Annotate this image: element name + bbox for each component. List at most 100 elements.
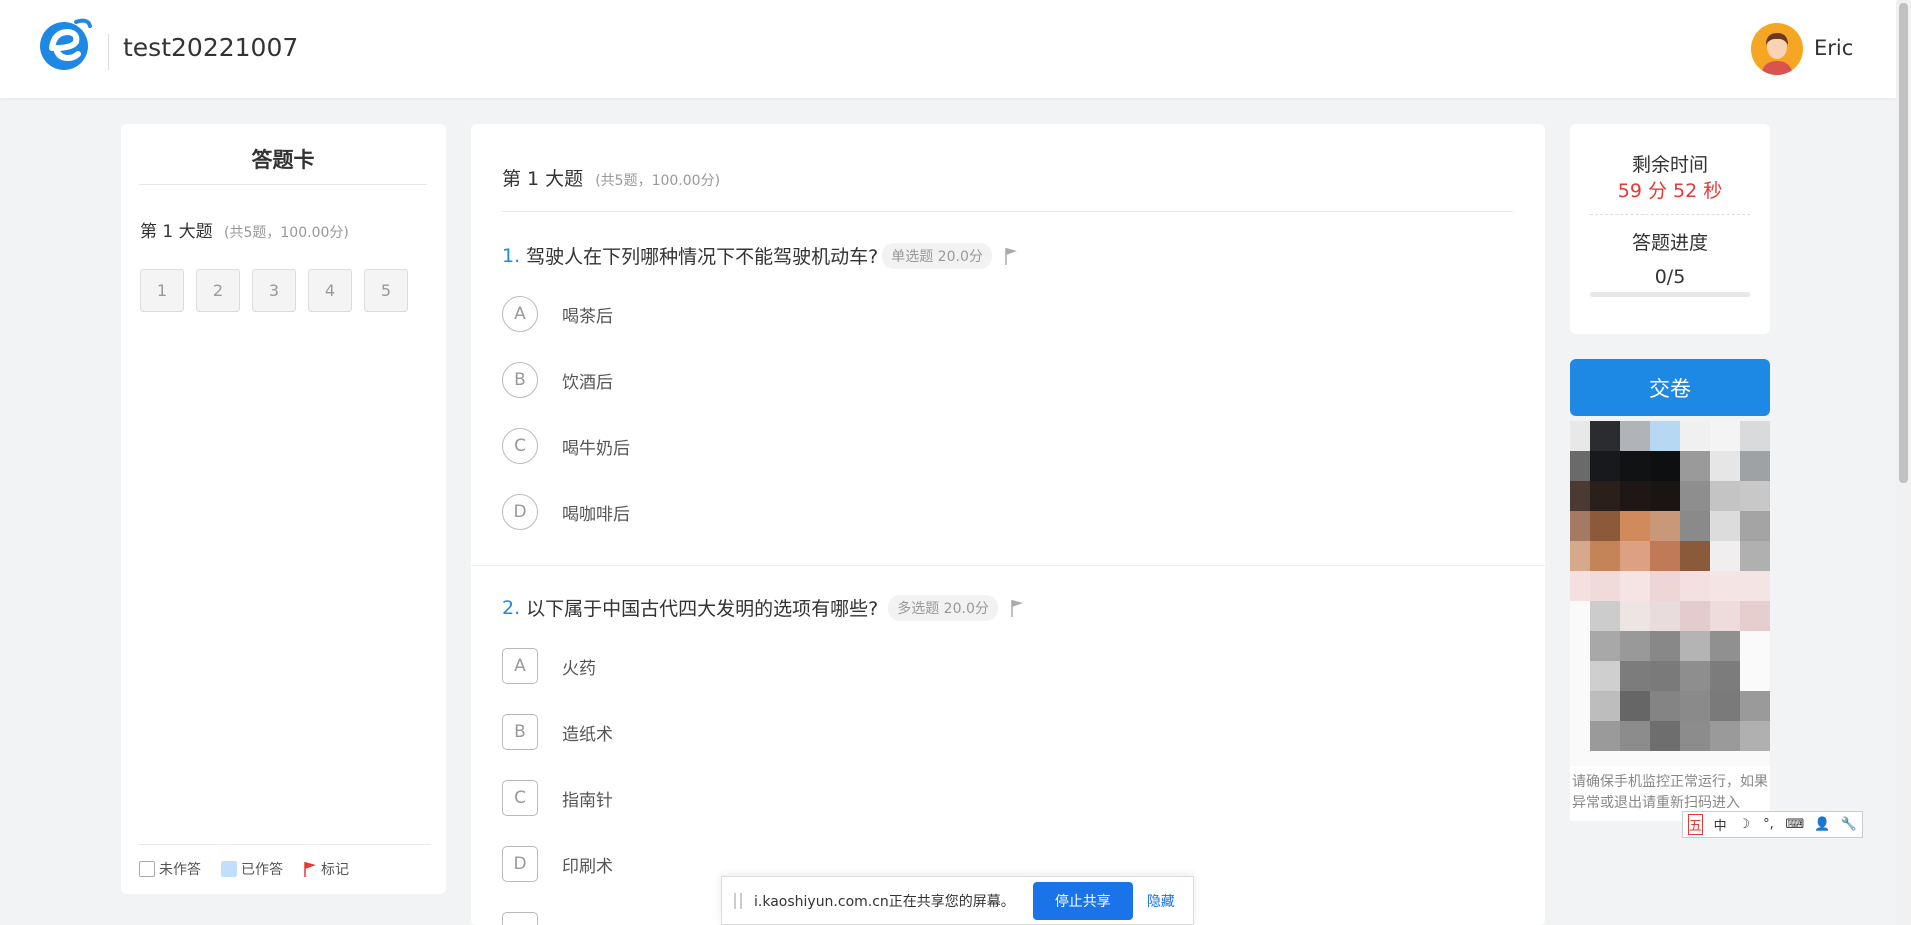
question-text: 驾驶人在下列哪种情况下不能驾驶机动车?	[526, 246, 879, 268]
mosaic-cell	[1590, 541, 1620, 571]
flag-icon[interactable]	[1010, 599, 1024, 617]
mosaic-cell	[1590, 691, 1620, 721]
stop-sharing-button[interactable]: 停止共享	[1032, 881, 1133, 920]
mosaic-cell	[1590, 601, 1620, 631]
option-letter[interactable]: C	[502, 428, 538, 464]
mosaic-cell	[1710, 421, 1740, 451]
legend-unanswered: 未作答	[139, 859, 201, 879]
option-a[interactable]: A 火药	[502, 648, 596, 684]
drag-handle-icon[interactable]	[734, 892, 742, 909]
mosaic-cell	[1740, 511, 1770, 541]
user-avatar[interactable]	[1751, 23, 1803, 75]
mosaic-cell	[1650, 481, 1680, 511]
option-b[interactable]: B 造纸术	[502, 714, 613, 750]
scrollbar-thumb[interactable]	[1899, 3, 1908, 483]
hide-share-bar-link[interactable]: 隐藏	[1147, 891, 1175, 911]
mosaic-cell	[1620, 661, 1650, 691]
mosaic-cell	[1620, 541, 1650, 571]
user-name[interactable]: Eric	[1814, 36, 1853, 60]
mosaic-cell	[1680, 631, 1710, 661]
mosaic-cell	[1740, 721, 1770, 751]
option-text[interactable]: 火药	[562, 654, 596, 679]
section-header: 第 1 大题 (共5题，100.00分)	[502, 164, 1513, 212]
ime-toolbar[interactable]: 五 中 ☽ °, ⌨ 👤 🔧	[1682, 811, 1863, 838]
question-number-button[interactable]: 3	[252, 269, 296, 312]
option-text[interactable]: 喝咖啡后	[562, 500, 630, 525]
question-number-button[interactable]: 4	[308, 269, 352, 312]
option-c[interactable]: C 喝牛奶后	[502, 428, 630, 464]
option-d[interactable]: D 印刷术	[502, 846, 613, 882]
mosaic-cell	[1680, 721, 1710, 751]
status-separator	[1590, 214, 1750, 215]
mosaic-cell	[1590, 421, 1620, 451]
option-text[interactable]: 造纸术	[562, 720, 613, 745]
mosaic-cell	[1570, 571, 1590, 601]
legend-answered: 已作答	[221, 859, 283, 879]
option-text[interactable]: 喝茶后	[562, 302, 613, 327]
mosaic-cell	[1740, 541, 1770, 571]
mosaic-cell	[1590, 721, 1620, 751]
mosaic-cell	[1740, 631, 1770, 661]
question-item: 1. 驾驶人在下列哪种情况下不能驾驶机动车? 单选题 20.0分 A 喝茶后 B…	[502, 242, 1502, 530]
question-text: 以下属于中国古代四大发明的选项有哪些?	[526, 598, 879, 620]
question-number: 2.	[502, 596, 521, 619]
option-letter[interactable]	[502, 912, 538, 925]
status-panel: 剩余时间 59 分 52 秒 答题进度 0/5	[1570, 124, 1770, 334]
ime-moon-icon[interactable]: ☽	[1737, 817, 1751, 832]
mosaic-cell	[1620, 451, 1650, 481]
ime-keyboard-icon[interactable]: ⌨	[1786, 817, 1805, 832]
mosaic-cell	[1740, 421, 1770, 451]
option-e-partial[interactable]	[502, 912, 538, 925]
option-text[interactable]: 喝牛奶后	[562, 434, 630, 459]
ime-settings-icon[interactable]: 🔧	[1841, 817, 1857, 832]
mosaic-cell	[1680, 691, 1710, 721]
option-letter[interactable]: A	[502, 648, 538, 684]
option-letter[interactable]: C	[502, 780, 538, 816]
answer-card-section: 第 1 大题 (共5题，100.00分)	[140, 217, 349, 242]
mosaic-cell	[1650, 691, 1680, 721]
legend-flagged-label: 标记	[321, 862, 349, 878]
mosaic-cell	[1620, 481, 1650, 511]
time-remaining-value: 59 分 52 秒	[1617, 180, 1723, 202]
ime-punct-icon[interactable]: °,	[1761, 817, 1775, 832]
question-number-button[interactable]: 2	[196, 269, 240, 312]
time-remaining-label: 剩余时间	[1631, 154, 1708, 176]
option-a[interactable]: A 喝茶后	[502, 296, 613, 332]
question-number-button[interactable]: 5	[364, 269, 408, 312]
mosaic-cell	[1620, 421, 1650, 451]
option-text[interactable]: 指南针	[562, 786, 613, 811]
monitor-note: 请确保手机监控正常运行，如果异常或退出请重新扫码进入	[1572, 774, 1768, 811]
flag-icon[interactable]	[1004, 247, 1018, 265]
top-header: test20221007 Eric	[0, 0, 1896, 98]
mosaic-cell	[1680, 541, 1710, 571]
option-letter[interactable]: A	[502, 296, 538, 332]
mosaic-cell	[1680, 451, 1710, 481]
question-number-button[interactable]: 1	[140, 269, 184, 312]
option-letter[interactable]: D	[502, 846, 538, 882]
option-b[interactable]: B 饮酒后	[502, 362, 613, 398]
mosaic-cell	[1620, 571, 1650, 601]
mosaic-cell	[1620, 721, 1650, 751]
mosaic-cell	[1620, 601, 1650, 631]
ime-lang-icon[interactable]: 中	[1713, 815, 1727, 834]
option-text[interactable]: 印刷术	[562, 852, 613, 877]
question-divider	[471, 565, 1545, 566]
mosaic-cell	[1650, 571, 1680, 601]
mosaic-cell	[1650, 541, 1680, 571]
mosaic-cell	[1650, 601, 1680, 631]
option-letter[interactable]: B	[502, 714, 538, 750]
submit-exam-button[interactable]: 交卷	[1570, 359, 1770, 416]
mosaic-cell	[1710, 601, 1740, 631]
mosaic-cell	[1620, 511, 1650, 541]
mosaic-cell	[1710, 661, 1740, 691]
page-scrollbar[interactable]	[1896, 0, 1911, 925]
option-letter[interactable]: B	[502, 362, 538, 398]
option-text[interactable]: 饮酒后	[562, 368, 613, 393]
answer-card-section-meta: (共5题，100.00分)	[224, 225, 349, 241]
ime-mode-icon[interactable]: 五	[1688, 814, 1704, 835]
option-c[interactable]: C 指南针	[502, 780, 613, 816]
ime-user-icon[interactable]: 👤	[1814, 817, 1830, 832]
option-d[interactable]: D 喝咖啡后	[502, 494, 630, 530]
option-letter[interactable]: D	[502, 494, 538, 530]
mosaic-cell	[1680, 481, 1710, 511]
